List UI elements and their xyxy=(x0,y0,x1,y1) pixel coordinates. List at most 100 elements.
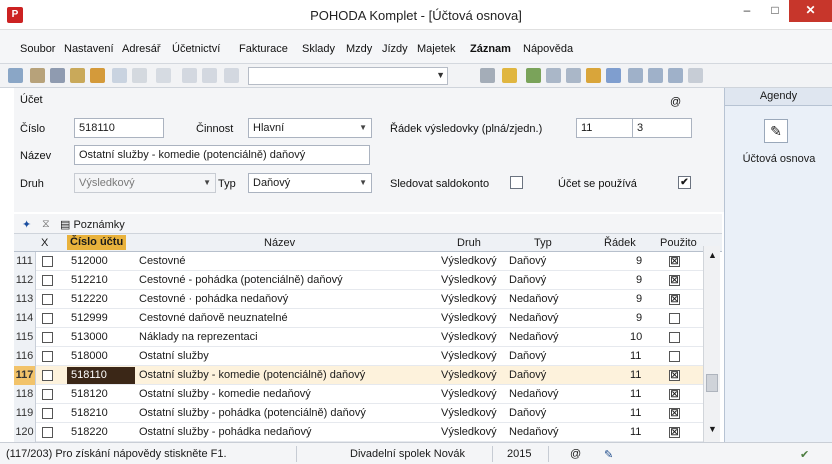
row-checkbox[interactable] xyxy=(42,294,53,305)
table-row[interactable]: 111 512000 Cestovné Výsledkový Daňový 9 … xyxy=(14,252,704,271)
agendy-item-ucetni-osnova[interactable]: Účtová osnova xyxy=(725,153,832,165)
panel-icon[interactable] xyxy=(648,68,663,83)
filter-icon[interactable]: ⧖ xyxy=(42,218,50,231)
save-all-icon[interactable] xyxy=(202,68,217,83)
row-checkbox[interactable] xyxy=(42,256,53,267)
scroll-up-icon[interactable]: ▲ xyxy=(708,250,717,260)
row-checkbox[interactable] xyxy=(42,351,53,362)
druh-select[interactable]: Výsledkový ▼ xyxy=(74,173,216,193)
pin-icon[interactable]: ✦ xyxy=(22,218,31,231)
row-checkbox[interactable] xyxy=(42,313,53,324)
menu-adresar[interactable]: Adresář xyxy=(122,43,161,55)
radek-zjedn-field[interactable]: 3 xyxy=(632,118,692,138)
vertical-scrollbar[interactable]: ▲ ▼ xyxy=(703,246,720,442)
col-x[interactable]: X xyxy=(41,237,48,249)
ban-icon[interactable] xyxy=(606,68,621,83)
row-checkbox[interactable] xyxy=(42,275,53,286)
menu-nastaveni[interactable]: Nastavení xyxy=(64,43,114,55)
cinnost-select[interactable]: Hlavní ▼ xyxy=(248,118,372,138)
row-checkbox[interactable] xyxy=(42,408,53,419)
cell-druh: Výsledkový xyxy=(441,312,497,324)
cell-cislo[interactable]: 518110 xyxy=(67,367,135,384)
cell-typ: Daňový xyxy=(509,350,547,362)
row-checkbox[interactable] xyxy=(42,370,53,381)
cell-nazev: Cestovné · pohádka nedaňový xyxy=(139,293,289,305)
cell-radek: 9 xyxy=(636,255,643,267)
help-pointer-icon[interactable] xyxy=(688,68,703,83)
cell-cislo: 512220 xyxy=(71,293,108,305)
save-icon[interactable] xyxy=(182,68,197,83)
menu-bar: Soubor Nastavení Adresář Účetnictví Fakt… xyxy=(0,30,832,64)
leaf-icon[interactable] xyxy=(526,68,541,83)
menu-jizdy[interactable]: Jízdy xyxy=(382,43,408,55)
panel-right-icon[interactable] xyxy=(668,68,683,83)
druh-label: Druh xyxy=(20,178,44,190)
preview-icon[interactable] xyxy=(70,68,85,83)
menu-mzdy[interactable]: Mzdy xyxy=(346,43,372,55)
close-button[interactable]: ✕ xyxy=(789,0,832,22)
pen-icon[interactable]: ✎ xyxy=(604,448,613,461)
row-number: 116 xyxy=(14,347,36,366)
menu-ucetnictvi[interactable]: Účetnictví xyxy=(172,43,220,55)
maximize-button[interactable]: □ xyxy=(761,0,789,22)
tree-icon[interactable] xyxy=(8,68,23,83)
pouziva-checkbox[interactable]: ✔ xyxy=(678,176,691,189)
menu-fakturace[interactable]: Fakturace xyxy=(239,43,288,55)
typ-select[interactable]: Daňový ▼ xyxy=(248,173,372,193)
table-row[interactable]: 116 518000 Ostatní služby Výsledkový Daň… xyxy=(14,347,704,366)
menu-sklady[interactable]: Sklady xyxy=(302,43,335,55)
calculator-icon[interactable] xyxy=(546,68,561,83)
tools-icon[interactable] xyxy=(30,68,45,83)
folder-icon[interactable] xyxy=(502,68,517,83)
menu-zaznam[interactable]: Záznam xyxy=(470,43,511,55)
toolbar-combo[interactable]: ▼ xyxy=(248,67,448,85)
col-cislo-uctu[interactable]: Číslo účtu xyxy=(67,235,127,250)
table-row[interactable]: 115 513000 Náklady na reprezentaci Výsle… xyxy=(14,328,704,347)
table-row[interactable]: 118 518120 Ostatní služby - komedie neda… xyxy=(14,385,704,404)
document-icon[interactable] xyxy=(566,68,581,83)
saldo-checkbox[interactable] xyxy=(510,176,523,189)
tab-poznamky[interactable]: ▤ Poznámky xyxy=(60,218,125,231)
back-icon[interactable] xyxy=(156,68,171,83)
scroll-down-icon[interactable]: ▼ xyxy=(708,424,717,434)
cislo-field[interactable]: 518110 xyxy=(74,118,164,138)
filter-icon[interactable] xyxy=(480,68,495,83)
new-record-icon[interactable] xyxy=(112,68,127,83)
email-icon[interactable]: @ xyxy=(670,96,681,108)
menu-napoveda[interactable]: Nápověda xyxy=(523,43,573,55)
table-row[interactable]: 114 512999 Cestovné daňově neuznatelné V… xyxy=(14,309,704,328)
status-help: (117/203) Pro získání nápovědy stiskněte… xyxy=(6,448,227,460)
col-pouzito[interactable]: Použito xyxy=(660,237,697,249)
druh-value: Výsledkový xyxy=(79,177,135,189)
nazev-field[interactable]: Ostatní služby - komedie (potenciálně) d… xyxy=(74,145,370,165)
panel-left-icon[interactable] xyxy=(628,68,643,83)
col-nazev[interactable]: Název xyxy=(264,237,295,249)
table-row[interactable]: 113 512220 Cestovné · pohádka nedaňový V… xyxy=(14,290,704,309)
edit-icon[interactable] xyxy=(132,68,147,83)
row-checkbox[interactable] xyxy=(42,427,53,438)
cell-pouzito: ☒ xyxy=(669,370,680,381)
email-icon[interactable]: @ xyxy=(570,448,581,460)
table-row[interactable]: 112 512210 Cestovné - pohádka (potenciál… xyxy=(14,271,704,290)
minimize-button[interactable]: – xyxy=(733,0,761,22)
copy-icon[interactable] xyxy=(224,68,239,83)
scroll-thumb[interactable] xyxy=(706,374,718,392)
row-checkbox[interactable] xyxy=(42,389,53,400)
col-typ[interactable]: Typ xyxy=(534,237,552,249)
row-checkbox[interactable] xyxy=(42,332,53,343)
menu-soubor[interactable]: Soubor xyxy=(20,43,55,55)
grid-toolbar: ✦ ⧖ ▤ Poznámky xyxy=(14,214,722,234)
radek-plna-field[interactable]: 11 xyxy=(576,118,636,138)
row-number: 113 xyxy=(14,290,36,309)
cell-nazev: Ostatní služby - komedie (potenciálně) d… xyxy=(139,369,366,381)
print-icon[interactable] xyxy=(50,68,65,83)
table-row-selected[interactable]: 117 518110 Ostatní služby - komedie (pot… xyxy=(14,366,704,385)
account-chart-icon[interactable]: ✎ xyxy=(764,119,788,143)
export-icon[interactable] xyxy=(90,68,105,83)
table-row[interactable]: 119 518210 Ostatní služby - pohádka (pot… xyxy=(14,404,704,423)
users-icon[interactable] xyxy=(586,68,601,83)
col-druh[interactable]: Druh xyxy=(457,237,481,249)
col-radek[interactable]: Řádek xyxy=(604,237,636,249)
menu-majetek[interactable]: Majetek xyxy=(417,43,456,55)
table-row[interactable]: 120 518220 Ostatní služby - pohádka neda… xyxy=(14,423,704,442)
